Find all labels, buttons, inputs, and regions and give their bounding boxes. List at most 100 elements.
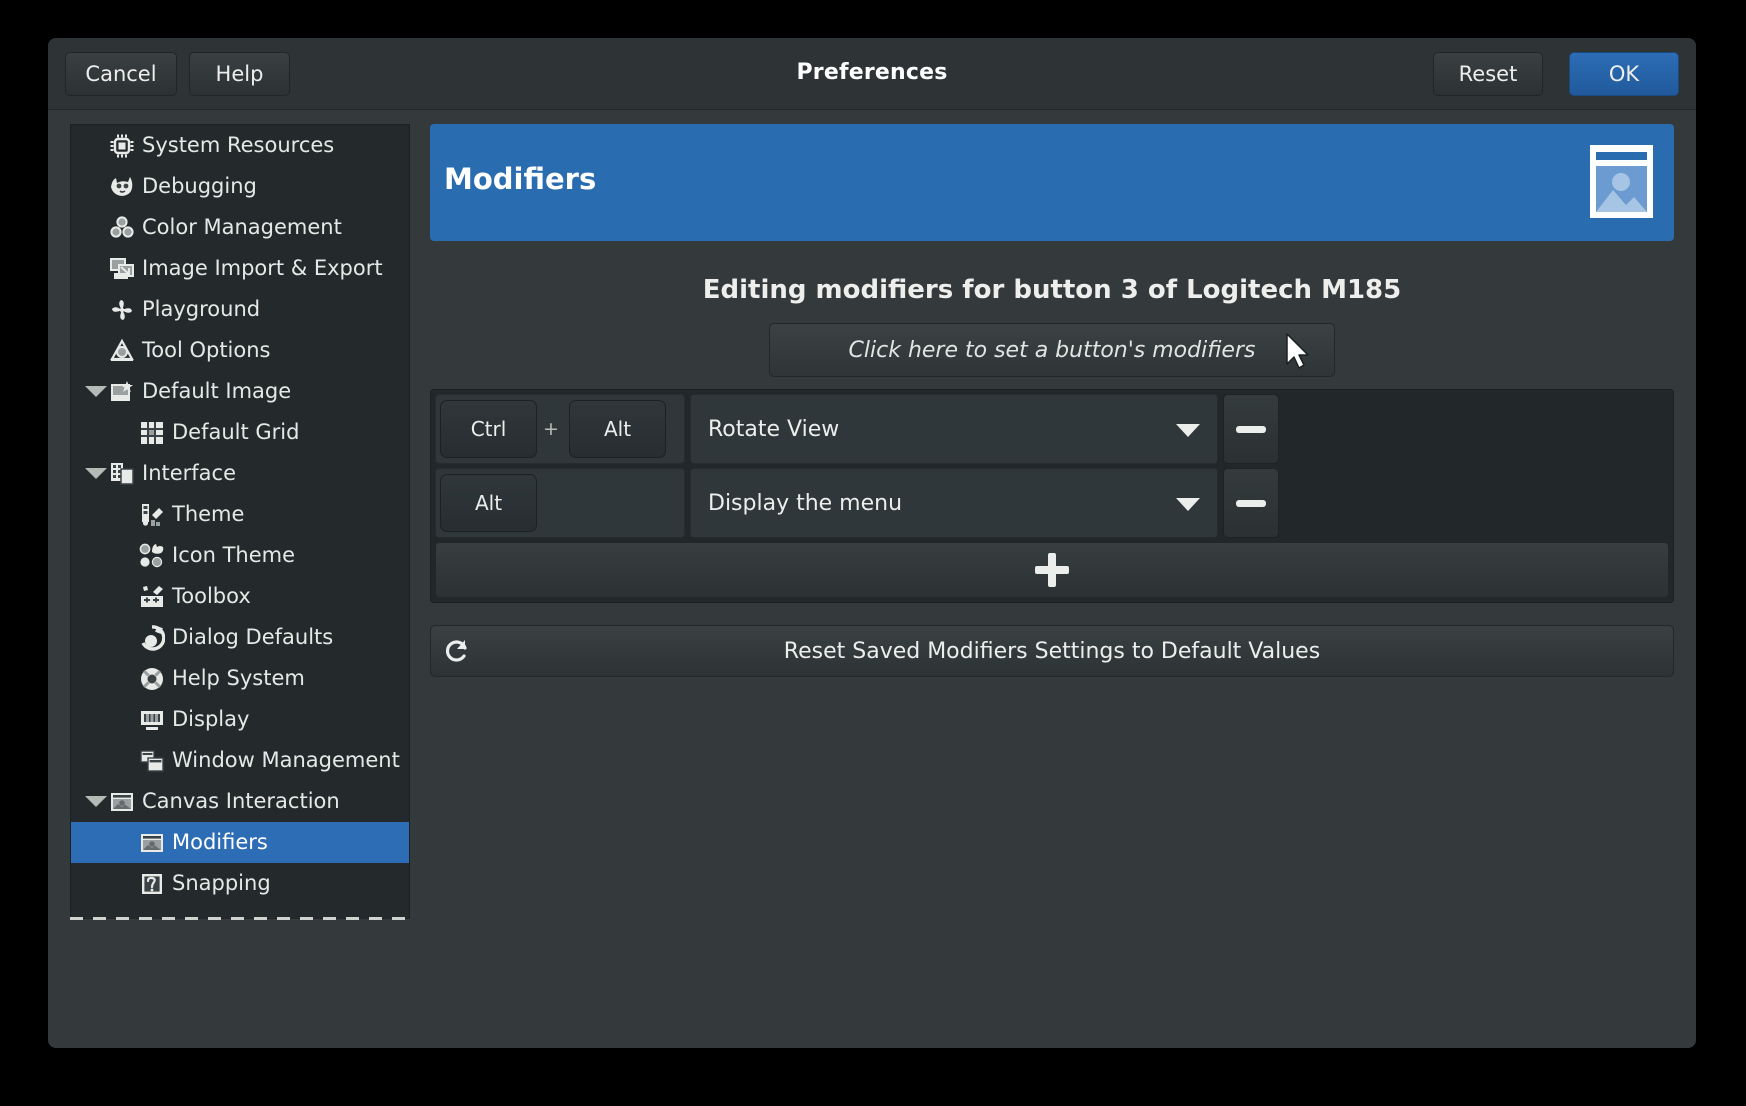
remove-modifier-button-1[interactable] bbox=[1223, 468, 1279, 538]
sidebar-item-image-import-export[interactable]: Image Import & Export bbox=[71, 248, 409, 289]
interface-windows-icon bbox=[109, 461, 135, 487]
sidebar-item-modifiers[interactable]: Modifiers bbox=[71, 822, 409, 863]
sidebar-item-theme[interactable]: Theme bbox=[71, 494, 409, 535]
modifier-action-dropdown-1[interactable]: Display the menu bbox=[690, 468, 1218, 538]
sidebar-item-label: Default Grid bbox=[172, 420, 300, 444]
sidebar-item-label: Interface bbox=[142, 461, 237, 485]
sidebar-item-default-image[interactable]: Default Image bbox=[71, 371, 409, 412]
table-row: Ctrl + Alt Rotate View bbox=[435, 394, 1669, 464]
pinwheel-icon bbox=[109, 297, 135, 323]
modifier-keys-cell[interactable]: Ctrl + Alt bbox=[435, 394, 685, 464]
preferences-dialog: Cancel Help Preferences Reset OK System … bbox=[48, 38, 1696, 1048]
expander-triangle-down-icon[interactable] bbox=[85, 381, 107, 403]
sidebar-item-system-resources[interactable]: System Resources bbox=[71, 125, 409, 166]
sidebar-item-label: Dialog Defaults bbox=[172, 625, 334, 649]
monitor-icon bbox=[139, 707, 165, 733]
dialog-header-bar: Cancel Help Preferences Reset OK bbox=[48, 38, 1696, 110]
modifier-key-1-0[interactable]: Alt bbox=[440, 474, 537, 532]
modifier-rows-table: Ctrl + Alt Rotate View Alt Display the m… bbox=[430, 389, 1674, 603]
sidebar-item-label: Help System bbox=[172, 666, 305, 690]
sidebar-item-canvas-interaction[interactable]: Canvas Interaction bbox=[71, 781, 409, 822]
sidebar-item-label: Tool Options bbox=[142, 338, 271, 362]
page-banner: Modifiers bbox=[430, 124, 1674, 241]
chevron-down-icon bbox=[1176, 424, 1200, 437]
sidebar-item-label: Icon Theme bbox=[172, 543, 296, 567]
sidebar-item-window-management[interactable]: Window Management bbox=[71, 740, 409, 781]
dialog-body: System Resources Debugging Color Managemen… bbox=[48, 111, 1696, 1048]
plus-icon bbox=[1035, 553, 1069, 587]
remove-modifier-button-0[interactable] bbox=[1223, 394, 1279, 464]
sidebar-item-tool-options[interactable]: Tool Options bbox=[71, 330, 409, 371]
preferences-content-panel: Modifiers Editing modifiers for button 3… bbox=[430, 124, 1674, 1034]
table-row: Alt Display the menu bbox=[435, 468, 1669, 538]
sidebar-item-default-grid[interactable]: Default Grid bbox=[71, 412, 409, 453]
icon-theme-faces-icon bbox=[139, 543, 165, 569]
lifebuoy-icon bbox=[139, 666, 165, 692]
modifier-action-label-1: Display the menu bbox=[708, 490, 903, 516]
reset-saved-modifiers-label: Reset Saved Modifiers Settings to Defaul… bbox=[783, 638, 1321, 664]
sidebar-item-label: Snapping bbox=[172, 871, 271, 895]
set-modifiers-click-area[interactable]: Click here to set a button's modifiers bbox=[769, 323, 1335, 377]
sidebar-bottom-dashed-divider bbox=[70, 917, 410, 920]
modifier-key-separator: + bbox=[543, 418, 559, 440]
add-modifier-button[interactable] bbox=[435, 542, 1669, 598]
preferences-sidebar[interactable]: System Resources Debugging Color Managemen… bbox=[70, 124, 410, 919]
canvas-image-icon bbox=[139, 830, 165, 856]
sidebar-item-icon-theme[interactable]: Icon Theme bbox=[71, 535, 409, 576]
reset-saved-modifiers-button[interactable]: Reset Saved Modifiers Settings to Defaul… bbox=[430, 625, 1674, 677]
cpu-chip-icon bbox=[109, 133, 135, 159]
sidebar-item-label: Debugging bbox=[142, 174, 257, 198]
grid-icon bbox=[139, 420, 165, 446]
minus-icon bbox=[1236, 425, 1266, 433]
sidebar-item-display[interactable]: Display bbox=[71, 699, 409, 740]
reset-button-label: Reset bbox=[1458, 62, 1518, 86]
modifier-action-dropdown-0[interactable]: Rotate View bbox=[690, 394, 1218, 464]
expander-triangle-down-icon[interactable] bbox=[85, 463, 107, 485]
snapping-icon bbox=[139, 871, 165, 897]
sidebar-item-debugging[interactable]: Debugging bbox=[71, 166, 409, 207]
sidebar-item-label: Playground bbox=[142, 297, 261, 321]
sidebar-item-label: Canvas Interaction bbox=[142, 789, 340, 813]
dialog-defaults-icon bbox=[139, 624, 165, 651]
sidebar-item-dialog-defaults[interactable]: Dialog Defaults bbox=[71, 617, 409, 658]
sidebar-item-interface[interactable]: Interface bbox=[71, 453, 409, 494]
toolbox-icon bbox=[139, 584, 165, 610]
minus-icon bbox=[1236, 499, 1266, 507]
modifier-action-label-0: Rotate View bbox=[708, 416, 840, 442]
reset-arrow-icon bbox=[443, 636, 473, 666]
sidebar-item-label: Default Image bbox=[142, 379, 292, 403]
set-modifiers-label: Click here to set a button's modifiers bbox=[848, 338, 1256, 363]
modifier-key-0-1[interactable]: Alt bbox=[569, 400, 666, 458]
theme-swatch-icon bbox=[139, 502, 165, 528]
sidebar-item-label: Modifiers bbox=[172, 830, 268, 854]
wilber-head-icon bbox=[109, 174, 135, 200]
ok-button-label: OK bbox=[1608, 62, 1640, 86]
page-title: Modifiers bbox=[444, 162, 597, 196]
sidebar-item-label: Display bbox=[172, 707, 250, 731]
tool-options-icon bbox=[109, 338, 135, 364]
new-image-icon bbox=[109, 379, 135, 405]
ok-button[interactable]: OK bbox=[1569, 52, 1679, 96]
sidebar-item-playground[interactable]: Playground bbox=[71, 289, 409, 330]
sidebar-item-label: System Resources bbox=[142, 133, 335, 157]
modifier-keys-cell[interactable]: Alt bbox=[435, 468, 685, 538]
mouse-pointer-icon bbox=[1284, 332, 1312, 370]
sidebar-item-toolbox[interactable]: Toolbox bbox=[71, 576, 409, 617]
stacked-windows-icon bbox=[139, 748, 165, 774]
sidebar-item-color-management[interactable]: Color Management bbox=[71, 207, 409, 248]
color-circles-icon bbox=[109, 215, 135, 241]
sidebar-item-label: Toolbox bbox=[172, 584, 251, 608]
modifier-key-0-0[interactable]: Ctrl bbox=[440, 400, 537, 458]
reset-button[interactable]: Reset bbox=[1433, 52, 1543, 96]
image-transfer-icon bbox=[109, 256, 135, 282]
section-title: Editing modifiers for button 3 of Logite… bbox=[702, 275, 1402, 305]
canvas-image-icon bbox=[109, 789, 135, 815]
sidebar-item-list: System Resources Debugging Color Managemen… bbox=[71, 125, 409, 904]
sidebar-item-label: Window Management bbox=[172, 748, 400, 772]
image-placeholder-icon bbox=[1582, 142, 1661, 221]
expander-triangle-down-icon[interactable] bbox=[85, 791, 107, 813]
chevron-down-icon bbox=[1176, 498, 1200, 511]
sidebar-item-label: Theme bbox=[172, 502, 245, 526]
sidebar-item-snapping[interactable]: Snapping bbox=[71, 863, 409, 904]
sidebar-item-help-system[interactable]: Help System bbox=[71, 658, 409, 699]
